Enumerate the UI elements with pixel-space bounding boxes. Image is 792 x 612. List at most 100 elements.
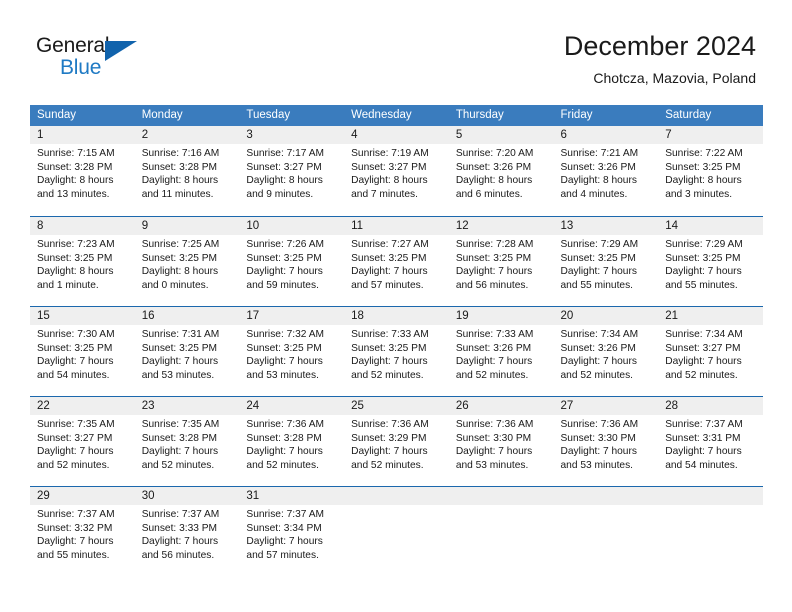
- day-detail: Sunrise: 7:33 AM Sunset: 3:26 PM Daylight:…: [449, 325, 554, 382]
- calendar-day-cell[interactable]: 26 Sunrise: 7:36 AM Sunset: 3:30 PM Dayligh…: [448, 397, 554, 486]
- calendar-day-cell[interactable]: 28 Sunrise: 7:37 AM Sunset: 3:31 PM Dayligh…: [658, 397, 763, 486]
- day-detail: [554, 505, 659, 508]
- calendar-day-cell[interactable]: 20 Sunrise: 7:34 AM Sunset: 3:26 PM Dayligh…: [553, 307, 659, 396]
- day-number: 17: [239, 307, 345, 325]
- day-detail: Sunrise: 7:36 AM Sunset: 3:30 PM Daylight:…: [554, 415, 659, 472]
- calendar-day-cell[interactable]: 17 Sunrise: 7:32 AM Sunset: 3:25 PM Dayligh…: [239, 307, 345, 396]
- calendar-day-cell[interactable]: 3 Sunrise: 7:17 AM Sunset: 3:27 PM Daylight…: [239, 126, 345, 216]
- day-detail: Sunrise: 7:16 AM Sunset: 3:28 PM Daylight:…: [135, 144, 240, 201]
- sunset-time: Sunset: 3:26 PM: [455, 161, 532, 173]
- sunrise-time: Sunrise: 7:29 AM: [665, 239, 743, 250]
- calendar-day-cell[interactable]: 1 Sunrise: 7:15 AM Sunset: 3:28 PM Daylight…: [30, 126, 135, 216]
- calendar-weeks: 1 Sunrise: 7:15 AM Sunset: 3:28 PM Daylight…: [30, 126, 763, 576]
- daylight-duration-line1: Daylight: 8 hours: [141, 175, 219, 187]
- page-header: General Blue December 2024 Chotcza, Mazo…: [0, 0, 792, 104]
- day-number: 8: [30, 217, 135, 235]
- calendar-grid: Sunday Monday Tuesday Wednesday Thursday…: [30, 105, 763, 576]
- sunset-time: Sunset: 3:30 PM: [560, 432, 636, 444]
- general-blue-logo[interactable]: General Blue: [36, 34, 156, 86]
- day-detail: Sunrise: 7:19 AM Sunset: 3:27 PM Daylight:…: [344, 144, 449, 201]
- sunset-time: Sunset: 3:25 PM: [246, 252, 322, 264]
- calendar-day-cell[interactable]: 27 Sunrise: 7:36 AM Sunset: 3:30 PM Dayligh…: [553, 397, 659, 486]
- sunrise-time: Sunrise: 7:21 AM: [560, 148, 639, 159]
- sunrise-time: Sunrise: 7:33 AM: [455, 329, 534, 340]
- sunrise-time: Sunrise: 7:16 AM: [141, 148, 220, 159]
- calendar-day-cell[interactable]: 9 Sunrise: 7:25 AM Sunset: 3:25 PM Daylight…: [134, 217, 240, 306]
- daylight-duration-line1: Daylight: 7 hours: [455, 266, 533, 278]
- calendar-day-cell[interactable]: 4 Sunrise: 7:19 AM Sunset: 3:27 PM Daylight…: [344, 126, 449, 216]
- day-detail: Sunrise: 7:15 AM Sunset: 3:28 PM Daylight:…: [30, 144, 135, 201]
- day-detail: Sunrise: 7:34 AM Sunset: 3:27 PM Daylight:…: [658, 325, 763, 382]
- sunrise-time: Sunrise: 7:34 AM: [560, 329, 639, 340]
- calendar-day-cell[interactable]: 21 Sunrise: 7:34 AM Sunset: 3:27 PM Dayligh…: [658, 307, 763, 396]
- calendar-day-cell[interactable]: 31 Sunrise: 7:37 AM Sunset: 3:34 PM Dayligh…: [239, 487, 345, 576]
- day-number: [448, 487, 554, 505]
- daylight-duration-line2: and 53 minutes.: [246, 369, 319, 381]
- day-number: 11: [344, 217, 449, 235]
- day-detail: Sunrise: 7:35 AM Sunset: 3:27 PM Daylight:…: [30, 415, 135, 472]
- sunrise-time: Sunrise: 7:34 AM: [665, 329, 743, 340]
- calendar-day-cell[interactable]: 30 Sunrise: 7:37 AM Sunset: 3:33 PM Dayligh…: [134, 487, 240, 576]
- day-number: 1: [30, 126, 135, 144]
- daylight-duration-line1: Daylight: 7 hours: [37, 356, 114, 368]
- calendar-day-cell[interactable]: 13 Sunrise: 7:29 AM Sunset: 3:25 PM Dayligh…: [553, 217, 659, 306]
- day-number: 20: [553, 307, 659, 325]
- day-number: 24: [239, 397, 345, 415]
- calendar-day-cell[interactable]: 5 Sunrise: 7:20 AM Sunset: 3:26 PM Daylight…: [448, 126, 554, 216]
- day-number: [344, 487, 449, 505]
- day-number: [553, 487, 659, 505]
- calendar-day-cell[interactable]: 29 Sunrise: 7:37 AM Sunset: 3:32 PM Dayligh…: [30, 487, 135, 576]
- triangle-flag-icon: [105, 41, 137, 61]
- calendar-day-cell[interactable]: 8 Sunrise: 7:23 AM Sunset: 3:25 PM Daylight…: [30, 217, 135, 306]
- calendar-day-cell[interactable]: 15 Sunrise: 7:30 AM Sunset: 3:25 PM Dayligh…: [30, 307, 135, 396]
- day-detail: Sunrise: 7:29 AM Sunset: 3:25 PM Daylight:…: [554, 235, 659, 292]
- sunrise-time: Sunrise: 7:31 AM: [141, 329, 220, 340]
- calendar-day-cell[interactable]: 24 Sunrise: 7:36 AM Sunset: 3:28 PM Dayligh…: [239, 397, 345, 486]
- weekday-header-tuesday: Tuesday: [246, 109, 291, 121]
- calendar-day-cell[interactable]: 16 Sunrise: 7:31 AM Sunset: 3:25 PM Dayligh…: [134, 307, 240, 396]
- day-number: 7: [658, 126, 763, 144]
- daylight-duration-line1: Daylight: 7 hours: [246, 356, 323, 368]
- weekday-header-friday: Friday: [560, 109, 593, 121]
- logo-text-general: General: [36, 34, 110, 57]
- sunset-time: Sunset: 3:25 PM: [351, 342, 427, 354]
- title-block: December 2024 Chotcza, Mazovia, Poland: [564, 30, 756, 88]
- day-number: 4: [344, 126, 449, 144]
- daylight-duration-line2: and 9 minutes.: [246, 188, 314, 200]
- daylight-duration-line2: and 55 minutes.: [665, 279, 738, 291]
- calendar-day-cell[interactable]: 19 Sunrise: 7:33 AM Sunset: 3:26 PM Dayligh…: [448, 307, 554, 396]
- sunset-time: Sunset: 3:27 PM: [351, 161, 427, 173]
- calendar-day-cell[interactable]: 2 Sunrise: 7:16 AM Sunset: 3:28 PM Daylight…: [134, 126, 240, 216]
- calendar-day-cell[interactable]: 10 Sunrise: 7:26 AM Sunset: 3:25 PM Dayligh…: [239, 217, 345, 306]
- calendar-day-cell[interactable]: 18 Sunrise: 7:33 AM Sunset: 3:25 PM Dayligh…: [344, 307, 449, 396]
- calendar-day-cell[interactable]: 22 Sunrise: 7:35 AM Sunset: 3:27 PM Dayligh…: [30, 397, 135, 486]
- daylight-duration-line2: and 52 minutes.: [246, 459, 319, 471]
- daylight-duration-line1: Daylight: 7 hours: [246, 266, 323, 278]
- sunset-time: Sunset: 3:25 PM: [665, 252, 741, 264]
- calendar-week-row: 8 Sunrise: 7:23 AM Sunset: 3:25 PM Daylight…: [30, 216, 763, 306]
- calendar-day-cell[interactable]: 12 Sunrise: 7:28 AM Sunset: 3:25 PM Dayligh…: [448, 217, 554, 306]
- day-detail: Sunrise: 7:26 AM Sunset: 3:25 PM Daylight:…: [239, 235, 344, 292]
- daylight-duration-line1: Daylight: 7 hours: [141, 446, 219, 458]
- daylight-duration-line1: Daylight: 7 hours: [665, 266, 742, 278]
- weekday-header-wednesday: Wednesday: [351, 109, 412, 121]
- day-detail: Sunrise: 7:36 AM Sunset: 3:29 PM Daylight:…: [344, 415, 449, 472]
- calendar-day-cell[interactable]: 23 Sunrise: 7:35 AM Sunset: 3:28 PM Dayligh…: [134, 397, 240, 486]
- sunset-time: Sunset: 3:27 PM: [37, 432, 113, 444]
- sunset-time: Sunset: 3:26 PM: [560, 161, 636, 173]
- daylight-duration-line1: Daylight: 7 hours: [455, 446, 533, 458]
- daylight-duration-line2: and 7 minutes.: [351, 188, 418, 200]
- calendar-week-row: 22 Sunrise: 7:35 AM Sunset: 3:27 PM Dayligh…: [30, 396, 763, 486]
- calendar-day-cell[interactable]: 7 Sunrise: 7:22 AM Sunset: 3:25 PM Daylight…: [658, 126, 763, 216]
- calendar-day-cell[interactable]: 14 Sunrise: 7:29 AM Sunset: 3:25 PM Dayligh…: [658, 217, 763, 306]
- daylight-duration-line1: Daylight: 8 hours: [455, 175, 533, 187]
- day-number: 15: [30, 307, 135, 325]
- calendar-day-cell[interactable]: 25 Sunrise: 7:36 AM Sunset: 3:29 PM Dayligh…: [344, 397, 449, 486]
- weekday-header-row: Sunday Monday Tuesday Wednesday Thursday…: [30, 105, 763, 126]
- calendar-day-cell[interactable]: 11 Sunrise: 7:27 AM Sunset: 3:25 PM Dayligh…: [344, 217, 449, 306]
- calendar-day-cell[interactable]: 6 Sunrise: 7:21 AM Sunset: 3:26 PM Daylight…: [553, 126, 659, 216]
- day-number: 10: [239, 217, 345, 235]
- day-number: 29: [30, 487, 135, 505]
- sunset-time: Sunset: 3:25 PM: [455, 252, 532, 264]
- daylight-duration-line1: Daylight: 8 hours: [560, 175, 637, 187]
